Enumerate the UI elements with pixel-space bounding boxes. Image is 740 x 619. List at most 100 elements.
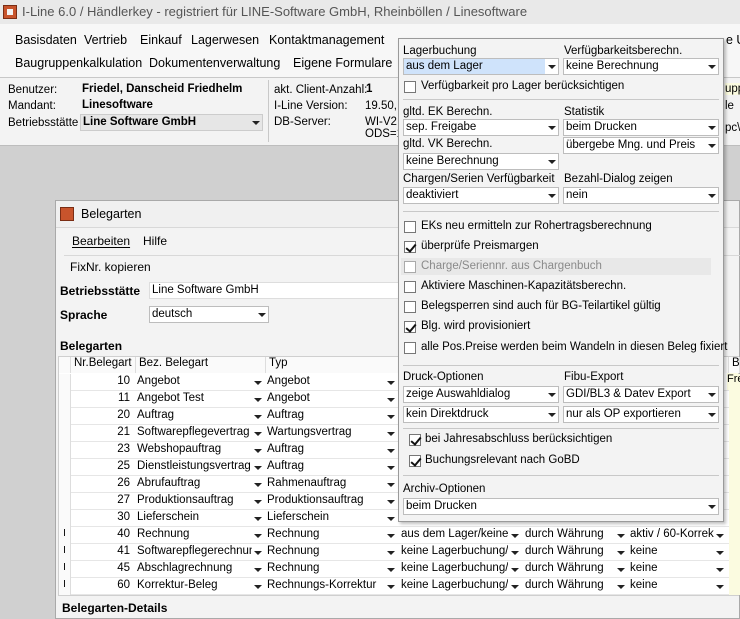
chevron-down-icon[interactable] [616,578,626,595]
option-checkbox[interactable] [404,321,416,333]
chevron-down-icon[interactable] [386,510,396,527]
chevron-down-icon[interactable] [253,493,263,510]
chevron-down-icon[interactable] [386,527,396,544]
row-selector[interactable] [59,391,71,408]
chargen-select[interactable]: deaktiviert [403,187,559,204]
row-selector[interactable] [59,374,71,391]
cell-bez[interactable]: Korrektur-Beleg [137,578,252,595]
chevron-down-icon[interactable] [616,527,626,544]
cell-lagerbuchung[interactable]: keine Lagerbuchung/k [401,561,508,578]
col-header-nr[interactable]: Nr.Belegart [71,357,136,373]
chevron-down-icon[interactable] [510,578,520,595]
table-row[interactable]: I 41 Softwarepflegerechnung Rechnung keine L… [59,544,740,561]
table-row[interactable]: I 45 Abschlagrechnung Rechnung keine Lagerbu… [59,561,740,578]
chevron-down-icon[interactable] [253,544,263,561]
col-header-bl[interactable]: Bl [729,357,740,373]
cell-typ[interactable]: Rechnung [267,527,385,544]
menu-lagerwesen[interactable]: Lagerwesen [191,33,259,47]
bezahl-dialog-select[interactable]: nein [563,187,719,204]
row-selector[interactable] [59,408,71,425]
cell-status[interactable]: keine [630,561,714,578]
cell-bez[interactable]: Softwarepflegerechnung [137,544,252,561]
cell-typ[interactable]: Angebot [267,391,385,408]
table-row[interactable]: I 40 Rechnung Rechnung aus dem Lager/keine du… [59,527,740,544]
cell-lagerbuchung[interactable]: keine Lagerbuchung/k [401,544,508,561]
row-selector[interactable] [59,493,71,510]
menu-baugruppenkalkulation[interactable]: Baugruppenkalkulation [15,56,142,70]
cell-waehrung[interactable]: durch Währung [525,578,615,595]
cell-typ[interactable]: Lieferschein [267,510,385,527]
cell-typ[interactable]: Rahmenauftrag [267,476,385,493]
chevron-down-icon[interactable] [253,459,263,476]
cell-bez[interactable]: Abrufauftrag [137,476,252,493]
archiv-optionen-select[interactable]: beim Drucken [403,498,719,515]
col-header-typ[interactable]: Typ [266,357,399,373]
chevron-down-icon[interactable] [253,510,263,527]
row-selector[interactable] [59,425,71,442]
cell-typ[interactable]: Rechnungs-Korrektur [267,578,385,595]
option-checkbox[interactable] [404,301,416,313]
cell-typ[interactable]: Wartungsvertrag [267,425,385,442]
row-selector[interactable]: I [59,544,71,561]
cell-status[interactable]: keine [630,578,714,595]
cell-status[interactable]: keine [630,544,714,561]
chevron-down-icon[interactable] [386,374,396,391]
chevron-down-icon[interactable] [386,578,396,595]
cell-typ[interactable]: Auftrag [267,459,385,476]
chevron-down-icon[interactable] [253,408,263,425]
chevron-down-icon[interactable] [386,459,396,476]
chevron-down-icon[interactable] [616,544,626,561]
cell-typ[interactable]: Angebot [267,374,385,391]
chevron-down-icon[interactable] [386,476,396,493]
menu-basisdaten[interactable]: Basisdaten [15,33,77,47]
betriebsstaette-field[interactable]: Line Software GmbH [149,282,399,299]
cell-typ[interactable]: Rechnung [267,561,385,578]
row-selector[interactable] [59,510,71,527]
menu-dokumentenverwaltung[interactable]: Dokumentenverwaltung [149,56,280,70]
menu-eigene-formulare[interactable]: Eigene Formulare [293,56,392,70]
cell-waehrung[interactable]: durch Währung [525,561,615,578]
chevron-down-icon[interactable] [715,561,725,578]
fibu-export-select[interactable]: GDI/BL3 & Datev Export [563,386,719,403]
vk-berechnung-select[interactable]: keine Berechnung [403,153,559,170]
chevron-down-icon[interactable] [386,425,396,442]
row-selector[interactable]: I [59,561,71,578]
direktdruck-select[interactable]: kein Direktdruck [403,406,559,423]
cell-bez[interactable]: Angebot [137,374,252,391]
row-selector[interactable] [59,442,71,459]
cell-bez[interactable]: Rechnung [137,527,252,544]
option-checkbox[interactable] [404,281,416,293]
row-selector[interactable] [59,476,71,493]
menu-right-fragment[interactable]: e U [726,33,740,47]
chevron-down-icon[interactable] [510,561,520,578]
ek-berechnung-select[interactable]: sep. Freigabe [403,119,559,136]
chevron-down-icon[interactable] [715,527,725,544]
chevron-down-icon[interactable] [386,493,396,510]
verfuegbarkeit-lager-checkbox[interactable] [404,81,416,93]
chevron-down-icon[interactable] [715,544,725,561]
betriebsstaette-select[interactable]: Line Software GmbH [80,114,263,131]
lagerbuchung-select[interactable]: aus dem Lager [403,58,559,75]
chevron-down-icon[interactable] [386,544,396,561]
chevron-down-icon[interactable] [510,527,520,544]
option-checkbox[interactable] [404,221,416,233]
cell-typ[interactable]: Rechnung [267,544,385,561]
chevron-down-icon[interactable] [386,408,396,425]
verfuegbarkeit-select[interactable]: keine Berechnung [563,58,719,75]
cell-lagerbuchung[interactable]: aus dem Lager/keine [401,527,508,544]
cell-bez[interactable]: Softwarepflegevertrag [137,425,252,442]
menu-einkauf[interactable]: Einkauf [140,33,182,47]
cell-bez[interactable]: Produktionsauftrag [137,493,252,510]
chevron-down-icon[interactable] [253,374,263,391]
option-checkbox[interactable] [404,342,416,354]
cell-typ[interactable]: Produktionsauftrag [267,493,385,510]
sprache-select[interactable]: deutsch [149,306,269,323]
cell-bez[interactable]: Auftrag [137,408,252,425]
cell-typ[interactable]: Auftrag [267,408,385,425]
chevron-down-icon[interactable] [616,561,626,578]
chevron-down-icon[interactable] [253,442,263,459]
chevron-down-icon[interactable] [253,578,263,595]
chevron-down-icon[interactable] [386,391,396,408]
menu-bearbeiten[interactable]: Bearbeiten [72,234,130,248]
cell-status[interactable]: aktiv / 60-Korrek [630,527,714,544]
